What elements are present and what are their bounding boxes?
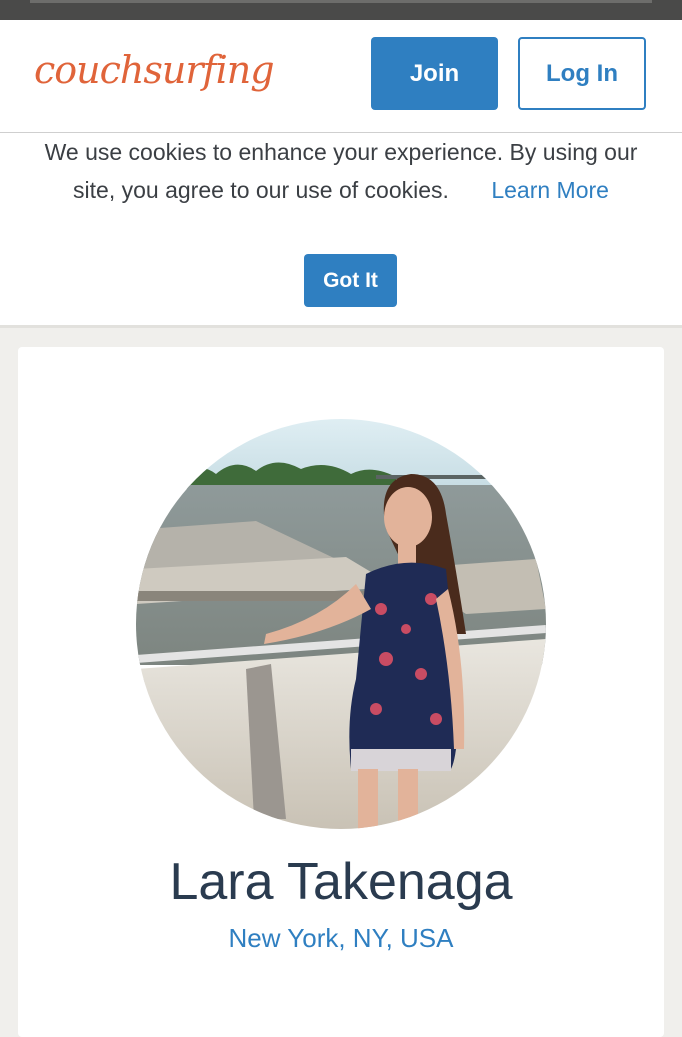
profile-avatar xyxy=(136,419,546,829)
cookie-banner: We use cookies to enhance your experienc… xyxy=(0,133,682,328)
site-header: couchsurfing Join Log In xyxy=(0,20,682,133)
learn-more-link[interactable]: Learn More xyxy=(491,177,609,203)
browser-top-strip xyxy=(0,0,682,20)
got-it-button[interactable]: Got It xyxy=(304,254,397,307)
join-button[interactable]: Join xyxy=(371,37,498,110)
login-button[interactable]: Log In xyxy=(518,37,646,110)
profile-card: Lara Takenaga New York, NY, USA xyxy=(18,347,664,1037)
profile-location[interactable]: New York, NY, USA xyxy=(18,923,664,954)
profile-name: Lara Takenaga xyxy=(169,853,513,911)
cookie-message-block: We use cookies to enhance your experienc… xyxy=(40,133,642,209)
couchsurfing-logo[interactable]: couchsurfing xyxy=(34,48,275,92)
